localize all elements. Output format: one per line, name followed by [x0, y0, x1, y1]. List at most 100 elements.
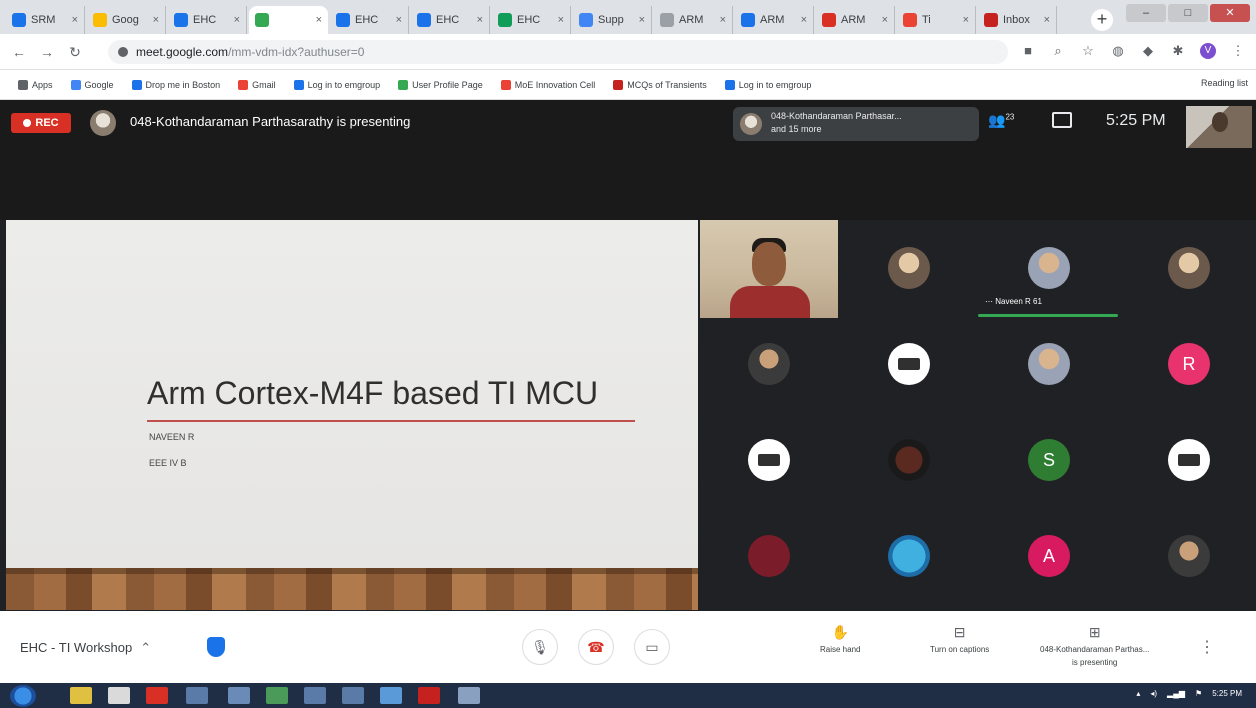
participant-tile[interactable] — [840, 508, 978, 604]
tray-arrow-icon[interactable]: ▴ — [1136, 689, 1140, 698]
participant-tile[interactable] — [1120, 508, 1256, 604]
shield-icon[interactable]: ◆ — [1140, 43, 1156, 59]
bookmark-label: MoE Innovation Cell — [514, 79, 596, 90]
participant-video-tile[interactable] — [700, 220, 838, 318]
taskbar-app-icon[interactable] — [146, 687, 168, 704]
people-button[interactable]: 👥23 — [988, 112, 1014, 129]
tab-close-icon[interactable]: × — [396, 14, 402, 26]
browser-tab[interactable]: Inbox × — [978, 6, 1057, 34]
hang-up-button[interactable]: ☎ — [578, 629, 614, 665]
browser-tab[interactable]: ARM × — [816, 6, 895, 34]
tab-close-icon[interactable]: × — [801, 14, 807, 26]
browser-tab[interactable]: EHC × — [168, 6, 247, 34]
bookmark-item[interactable]: Gmail — [238, 79, 276, 90]
start-button[interactable] — [10, 685, 36, 707]
browser-tab[interactable]: EHC × — [411, 6, 490, 34]
tab-close-icon[interactable]: × — [153, 14, 159, 26]
participant-tile[interactable] — [700, 412, 838, 508]
reading-list-button[interactable]: Reading list — [1201, 78, 1248, 88]
minimize-button[interactable]: – — [1126, 4, 1166, 22]
taskbar-app-icon[interactable] — [342, 687, 364, 704]
browser-tab[interactable]: Goog × — [87, 6, 166, 34]
participant-tile[interactable] — [840, 412, 978, 508]
taskbar-app-icon[interactable] — [108, 687, 130, 704]
bookmark-item[interactable]: Log in to emgroup — [293, 79, 380, 90]
tab-close-icon[interactable]: × — [316, 14, 322, 26]
flag-icon[interactable]: ⚑ — [1195, 689, 1202, 698]
back-icon[interactable]: ← — [10, 43, 28, 61]
raise-hand-button[interactable]: ✋ Raise hand — [820, 624, 860, 654]
signal-icon[interactable]: ▂▄▆ — [1167, 689, 1185, 698]
participant-tile[interactable] — [700, 508, 838, 604]
participant-tile[interactable] — [840, 220, 978, 316]
presenting-button[interactable]: ⊞ 048-Kothandaraman Parthas... is presen… — [1040, 624, 1149, 667]
browser-tab[interactable]: SRM × — [6, 6, 85, 34]
presenters-pill[interactable]: 048-Kothandaraman Parthasar... and 15 mo… — [733, 107, 979, 141]
camera-icon[interactable]: ■ — [1020, 43, 1036, 59]
url-field[interactable]: meet.google.com /mm-vdm-idx?authuser=0 — [108, 40, 1008, 64]
tab-close-icon[interactable]: × — [963, 14, 969, 26]
bookmark-item[interactable]: User Profile Page — [398, 79, 483, 90]
bookmark-item[interactable]: MoE Innovation Cell — [500, 79, 596, 90]
taskbar-app-icon[interactable] — [458, 687, 480, 704]
bookmark-item[interactable]: MCQs of Transients — [613, 79, 707, 90]
hang-up-icon: ☎ — [587, 638, 605, 655]
menu-icon[interactable]: ⋮ — [1230, 43, 1246, 59]
tab-label: EHC — [193, 14, 217, 26]
taskbar-app-icon[interactable] — [380, 687, 402, 704]
participant-tile[interactable]: A — [980, 508, 1118, 604]
taskbar-app-icon[interactable] — [228, 687, 250, 704]
maximize-button[interactable]: □ — [1168, 4, 1208, 22]
tab-close-icon[interactable]: × — [639, 14, 645, 26]
bookmark-favicon-icon — [18, 79, 28, 90]
tab-close-icon[interactable]: × — [1044, 14, 1050, 26]
taskbar-pdf-icon[interactable] — [418, 687, 440, 704]
profile-avatar[interactable]: V — [1200, 43, 1216, 59]
reload-icon[interactable]: ↻ — [66, 43, 84, 61]
participant-tile[interactable]: S — [980, 412, 1118, 508]
browser-tab[interactable]: Ti × — [897, 6, 976, 34]
star-icon[interactable]: ☆ — [1080, 43, 1096, 59]
camera-button[interactable]: ▭ — [634, 629, 670, 665]
captions-button[interactable]: ⊟ Turn on captions — [930, 624, 989, 654]
participant-tile[interactable]: R — [1120, 316, 1256, 412]
participant-tile[interactable] — [700, 316, 838, 412]
taskbar-app-icon[interactable] — [304, 687, 326, 704]
tab-close-icon[interactable]: × — [477, 14, 483, 26]
browser-tab[interactable]: EHC × — [492, 6, 571, 34]
bookmark-item[interactable]: Drop me in Boston — [131, 79, 220, 90]
puzzle-icon[interactable]: ✱ — [1170, 43, 1186, 59]
tab-close-icon[interactable]: × — [234, 14, 240, 26]
close-window-button[interactable]: ✕ — [1210, 4, 1250, 22]
meeting-details-button[interactable]: EHC - TI Workshop ⌃ — [20, 640, 151, 656]
taskbar-app-icon[interactable] — [266, 687, 288, 704]
chat-icon[interactable] — [1052, 112, 1072, 128]
tab-close-icon[interactable]: × — [72, 14, 78, 26]
volume-icon[interactable]: ◂) — [1150, 689, 1157, 698]
tab-close-icon[interactable]: × — [558, 14, 564, 26]
browser-tab[interactable]: ARM × — [654, 6, 733, 34]
zoom-icon[interactable]: ⌕ — [1050, 43, 1066, 59]
browser-tab[interactable]: EHC × — [330, 6, 409, 34]
tab-close-icon[interactable]: × — [882, 14, 888, 26]
taskbar-app-icon[interactable] — [186, 687, 208, 704]
participant-tile[interactable] — [840, 316, 978, 412]
bookmark-item[interactable]: Apps — [18, 79, 53, 90]
new-tab-button[interactable]: + — [1091, 9, 1113, 31]
more-options-icon[interactable]: ⋮ — [1199, 637, 1215, 657]
browser-tab[interactable]: ARM × — [735, 6, 814, 34]
participant-tile[interactable] — [1120, 412, 1256, 508]
tab-close-icon[interactable]: × — [720, 14, 726, 26]
browser-tab[interactable]: Supp × — [573, 6, 652, 34]
microphone-button[interactable]: 🎙 — [522, 629, 558, 665]
participant-tile[interactable] — [980, 316, 1118, 412]
participant-tile[interactable] — [1120, 220, 1256, 316]
bookmark-item[interactable]: Log in to emgroup — [724, 79, 811, 90]
self-view-thumbnail[interactable] — [1186, 106, 1252, 148]
extension-icon[interactable]: ◍ — [1110, 43, 1126, 59]
security-shield-icon[interactable] — [207, 637, 225, 657]
browser-tab[interactable]: × — [249, 6, 328, 34]
bookmark-item[interactable]: Google — [70, 79, 114, 90]
taskbar-explorer-icon[interactable] — [70, 687, 92, 704]
forward-icon[interactable]: → — [38, 43, 56, 61]
